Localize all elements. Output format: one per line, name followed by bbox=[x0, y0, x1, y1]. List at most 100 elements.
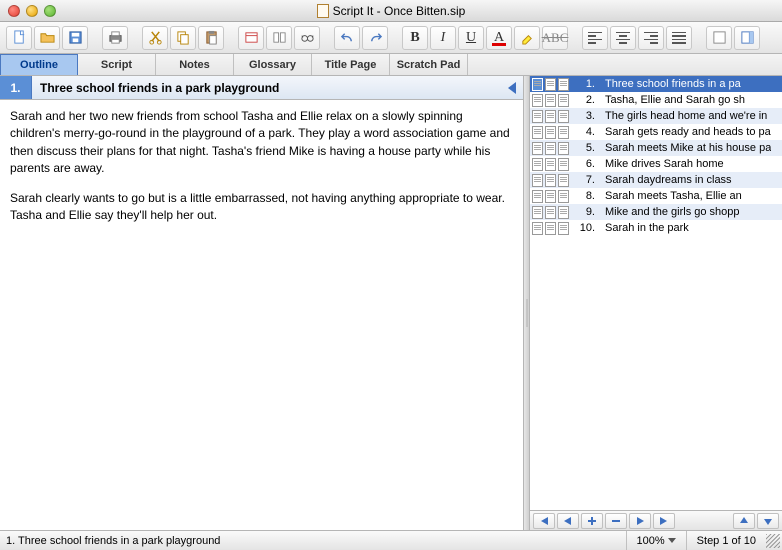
card-icon bbox=[532, 174, 543, 187]
editor-pane: 1. Three school friends in a park playgr… bbox=[0, 76, 524, 530]
copy-button[interactable] bbox=[170, 26, 196, 50]
navigator-row-title: Three school friends in a pa bbox=[605, 78, 741, 90]
card-icon bbox=[558, 94, 569, 107]
navigator-row-number: 10. bbox=[571, 222, 595, 234]
card-paragraph: Sarah and her two new friends from schoo… bbox=[10, 108, 513, 178]
card-icon bbox=[545, 174, 556, 187]
card-icon bbox=[545, 110, 556, 123]
splitter[interactable] bbox=[524, 76, 530, 530]
navigator-row[interactable]: 10. Sarah in the park bbox=[530, 220, 782, 236]
navigator-row-title: Sarah in the park bbox=[605, 222, 689, 234]
card-icon bbox=[545, 190, 556, 203]
nav-remove-button[interactable] bbox=[605, 513, 627, 529]
card-icon bbox=[532, 158, 543, 171]
navigator-row[interactable]: 9.Mike and the girls go shopp bbox=[530, 204, 782, 220]
tab-outline[interactable]: Outline bbox=[0, 54, 78, 75]
align-center-button[interactable] bbox=[610, 26, 636, 50]
card-icon bbox=[558, 174, 569, 187]
new-document-button[interactable] bbox=[6, 26, 32, 50]
navigator-controls bbox=[530, 510, 782, 530]
book-button[interactable] bbox=[266, 26, 292, 50]
navigator-row[interactable]: 4.Sarah gets ready and heads to pa bbox=[530, 124, 782, 140]
zoom-value: 100% bbox=[637, 535, 665, 547]
cut-button[interactable] bbox=[142, 26, 168, 50]
navigator-row-title: Sarah meets Mike at his house pa bbox=[605, 142, 771, 154]
navigator-row[interactable]: 3.The girls head home and we're in bbox=[530, 108, 782, 124]
navigator-row-title: Tasha, Ellie and Sarah go sh bbox=[605, 94, 745, 106]
navigator-row[interactable]: 7.Sarah daydreams in class bbox=[530, 172, 782, 188]
nav-first-button[interactable] bbox=[533, 513, 555, 529]
navigator-row-number: 7. bbox=[571, 174, 595, 186]
nav-add-button[interactable] bbox=[581, 513, 603, 529]
navigator-row[interactable]: 2.Tasha, Ellie and Sarah go sh bbox=[530, 92, 782, 108]
window-title: Script It - Once Bitten.sip bbox=[0, 4, 782, 18]
nav-last-button[interactable] bbox=[653, 513, 675, 529]
navigator-row-number: 5. bbox=[571, 142, 595, 154]
navigator-row-title: The girls head home and we're in bbox=[605, 110, 767, 122]
card-icon bbox=[532, 222, 543, 235]
strikethrough-button[interactable]: ABC bbox=[542, 26, 568, 50]
font-color-button[interactable]: A bbox=[486, 26, 512, 50]
step-title[interactable]: Three school friends in a park playgroun… bbox=[32, 81, 501, 95]
tab-notes[interactable]: Notes bbox=[156, 54, 234, 75]
highlight-button[interactable] bbox=[514, 26, 540, 50]
align-justify-button[interactable] bbox=[666, 26, 692, 50]
main-area: 1. Three school friends in a park playgr… bbox=[0, 76, 782, 530]
navigator-pane: 1.Three school friends in a pa2.Tasha, E… bbox=[530, 76, 782, 530]
navigator-row[interactable]: 6.Mike drives Sarah home bbox=[530, 156, 782, 172]
nav-move-down-button[interactable] bbox=[757, 513, 779, 529]
card-icon bbox=[558, 142, 569, 155]
open-button[interactable] bbox=[34, 26, 60, 50]
tab-titlepage[interactable]: Title Page bbox=[312, 54, 390, 75]
underline-button[interactable]: U bbox=[458, 26, 484, 50]
card-icon bbox=[532, 190, 543, 203]
nav-prev-button[interactable] bbox=[557, 513, 579, 529]
tab-script[interactable]: Script bbox=[78, 54, 156, 75]
card-icon bbox=[532, 142, 543, 155]
card-icon bbox=[532, 94, 543, 107]
step-number: 1. bbox=[0, 76, 32, 99]
card-icon bbox=[532, 206, 543, 219]
navigator-row-title: Sarah meets Tasha, Ellie an bbox=[605, 190, 742, 202]
navigator-row-title: Mike and the girls go shopp bbox=[605, 206, 740, 218]
card-icon bbox=[545, 158, 556, 171]
card-icon bbox=[558, 126, 569, 139]
bold-button[interactable]: B bbox=[402, 26, 428, 50]
chevron-down-icon bbox=[668, 538, 676, 543]
align-right-button[interactable] bbox=[638, 26, 664, 50]
italic-button[interactable]: I bbox=[430, 26, 456, 50]
card-button[interactable] bbox=[238, 26, 264, 50]
zoom-control[interactable]: 100% bbox=[626, 531, 687, 550]
navigator-row-title: Mike drives Sarah home bbox=[605, 158, 724, 170]
navigator-row[interactable]: 1.Three school friends in a pa bbox=[530, 76, 782, 92]
nav-next-button[interactable] bbox=[629, 513, 651, 529]
tab-glossary[interactable]: Glossary bbox=[234, 54, 312, 75]
paste-button[interactable] bbox=[198, 26, 224, 50]
save-button[interactable] bbox=[62, 26, 88, 50]
undo-button[interactable] bbox=[334, 26, 360, 50]
align-left-button[interactable] bbox=[582, 26, 608, 50]
redo-button[interactable] bbox=[362, 26, 388, 50]
tab-scratchpad[interactable]: Scratch Pad bbox=[390, 54, 468, 75]
panel-single-button[interactable] bbox=[706, 26, 732, 50]
card-icon bbox=[545, 206, 556, 219]
navigator-row[interactable]: 5. Sarah meets Mike at his house pa bbox=[530, 140, 782, 156]
tab-bar: Outline Script Notes Glossary Title Page… bbox=[0, 54, 782, 76]
card-icon bbox=[558, 158, 569, 171]
glasses-button[interactable] bbox=[294, 26, 320, 50]
print-button[interactable] bbox=[102, 26, 128, 50]
card-icon bbox=[545, 142, 556, 155]
card-body[interactable]: Sarah and her two new friends from schoo… bbox=[0, 100, 523, 530]
card-paragraph: Sarah clearly wants to go but is a littl… bbox=[10, 190, 513, 225]
resize-grip[interactable] bbox=[766, 534, 780, 548]
card-icon bbox=[545, 94, 556, 107]
card-icon bbox=[558, 222, 569, 235]
card-icon bbox=[558, 190, 569, 203]
panel-split-button[interactable] bbox=[734, 26, 760, 50]
navigator-row-number: 8. bbox=[571, 190, 595, 202]
navigator-row[interactable]: 8. Sarah meets Tasha, Ellie an bbox=[530, 188, 782, 204]
nav-move-up-button[interactable] bbox=[733, 513, 755, 529]
card-icon bbox=[558, 78, 569, 91]
status-text: 1. Three school friends in a park playgr… bbox=[0, 535, 626, 547]
prev-card-button[interactable] bbox=[501, 76, 523, 99]
